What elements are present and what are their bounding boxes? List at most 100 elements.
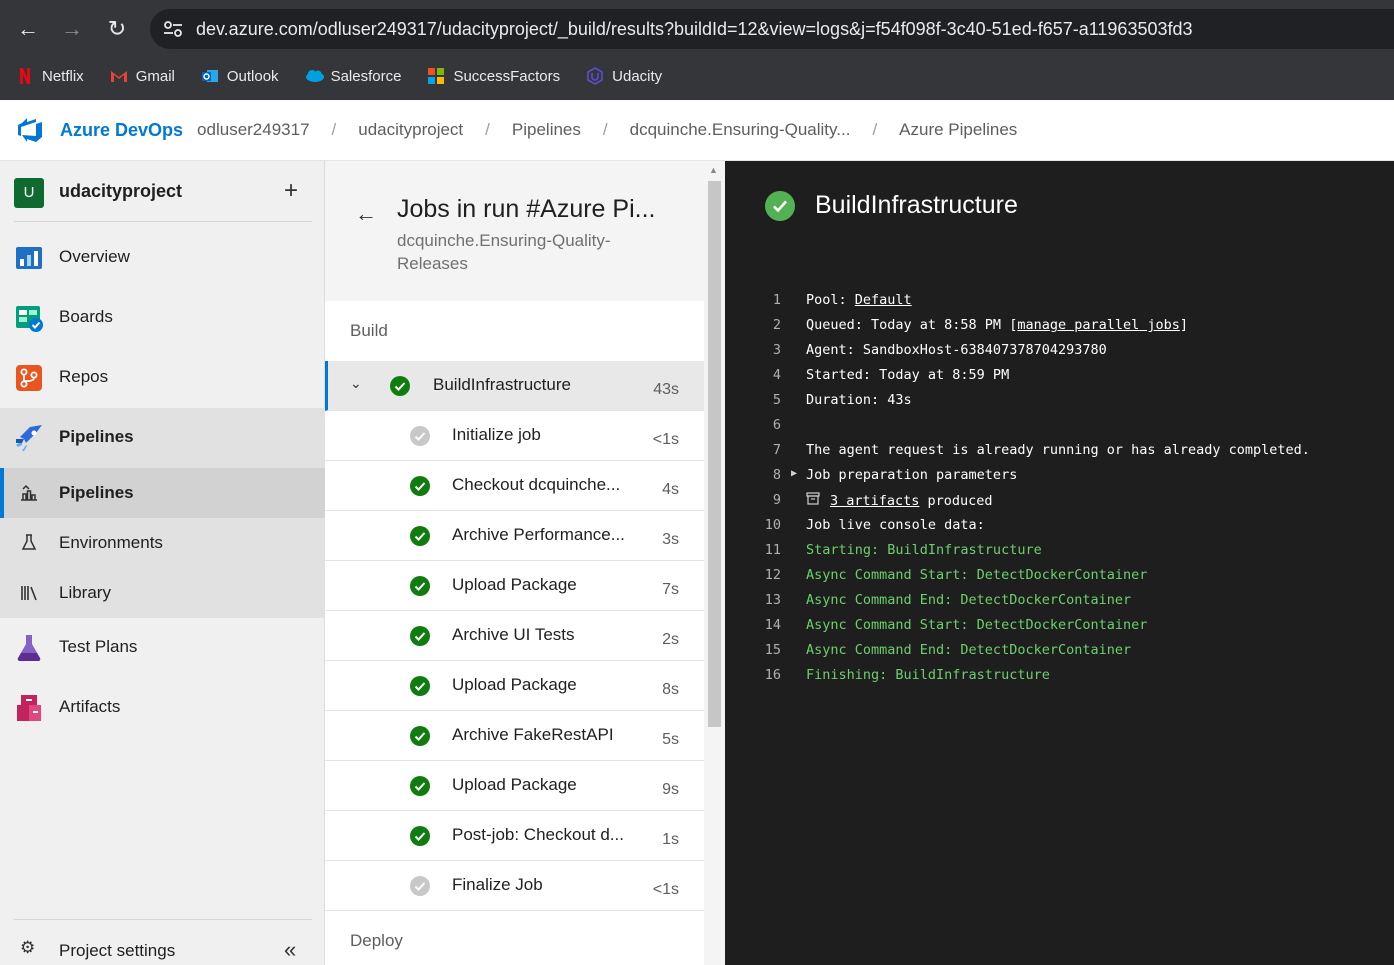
log-line-text: Async Command Start: DetectDockerContain… (806, 567, 1147, 583)
log-line: 2 Queued: Today at 8:58 PM [manage parall… (725, 312, 1394, 337)
job-step-row[interactable]: Checkout dcquinche... 4s (325, 461, 704, 511)
azure-devops-logo-icon[interactable] (16, 116, 44, 144)
breadcrumb-separator: / (331, 120, 337, 139)
pending-check-icon (410, 876, 430, 896)
scrollbar-thumb[interactable] (708, 181, 721, 727)
log-line-number: 15 (764, 642, 781, 658)
log-line-text: 3 artifacts produced (806, 492, 993, 509)
bookmark-label: Salesforce (330, 67, 402, 85)
project-settings[interactable]: ⚙ Project settings « (0, 929, 325, 965)
job-step-name: Checkout dcquinche... (452, 475, 621, 494)
job-step-row[interactable]: Archive Performance... 3s (325, 511, 704, 561)
sidebar-item-artifacts[interactable]: Artifacts (0, 678, 325, 738)
success-check-icon (410, 576, 430, 596)
sidebar-subitem-environments[interactable]: Environments (0, 518, 325, 568)
breadcrumb-pipelines[interactable]: Pipelines (512, 120, 581, 140)
scroll-up-icon[interactable]: ▲ (709, 165, 718, 175)
success-check-icon (765, 191, 795, 221)
sidebar-item-repos[interactable]: Repos (0, 348, 325, 408)
job-step-row[interactable]: Upload Package 8s (325, 661, 704, 711)
breadcrumb-pipeline-name[interactable]: dcquinche.Ensuring-Quality... (630, 120, 851, 140)
sidebar-item-label: Repos (59, 367, 109, 386)
sidebar-item-pipelines[interactable]: Pipelines (0, 408, 325, 468)
sidebar-item-label: Environments (59, 533, 163, 552)
job-row-buildinfrastructure[interactable]: ⌄ BuildInfrastructure 43s (325, 361, 704, 411)
log-line-number: 14 (764, 617, 781, 633)
bookmark-udacity[interactable]: Udacity (586, 67, 662, 85)
project-name[interactable]: udacityproject (59, 181, 182, 202)
bookmark-successfactors[interactable]: SuccessFactors (427, 67, 560, 85)
sidebar-item-boards[interactable]: Boards (0, 288, 325, 348)
sidebar-item-label: Pipelines (59, 427, 134, 446)
log-line: 11 Starting: BuildInfrastructure (725, 537, 1394, 562)
netflix-icon (16, 67, 34, 85)
bookmark-gmail[interactable]: Gmail (110, 67, 175, 85)
address-bar[interactable]: dev.azure.com/odluser249317/udacityproje… (150, 9, 1394, 49)
left-navigation: U udacityproject + Overview Boards Repos… (0, 161, 325, 965)
job-step-duration: 5s (662, 731, 679, 748)
success-check-icon (390, 376, 410, 396)
breadcrumb-run[interactable]: Azure Pipelines (899, 120, 1017, 140)
sidebar-subitem-library[interactable]: Library (0, 568, 325, 618)
job-step-duration: 8s (662, 681, 679, 698)
job-step-name: Finalize Job (452, 875, 543, 894)
job-step-row[interactable]: Archive FakeRestAPI 5s (325, 711, 704, 761)
job-step-row[interactable]: Upload Package 7s (325, 561, 704, 611)
log-line-number: 13 (764, 592, 781, 608)
breadcrumb-separator: / (602, 120, 608, 139)
brand-link[interactable]: Azure DevOps (60, 120, 183, 141)
job-step-row[interactable]: Post-job: Checkout d... 1s (325, 811, 704, 861)
log-line: 12 Async Command Start: DetectDockerConta… (725, 562, 1394, 587)
log-link[interactable]: manage parallel jobs (1017, 317, 1180, 333)
breadcrumb-project[interactable]: udacityproject (358, 120, 463, 140)
log-line-number: 16 (764, 667, 781, 683)
job-step-row[interactable]: Initialize job <1s (325, 411, 704, 461)
back-arrow-icon[interactable]: ← (13, 14, 43, 44)
jobs-subtitle: dcquinche.Ensuring-Quality-Releases (397, 231, 611, 273)
job-step-row[interactable]: Finalize Job <1s (325, 861, 704, 911)
job-step-duration: 2s (662, 631, 679, 648)
job-step-row[interactable]: Upload Package 9s (325, 761, 704, 811)
job-step-name: Post-job: Checkout d... (452, 825, 624, 844)
sidebar-item-label: Boards (59, 307, 113, 326)
reload-icon[interactable]: ↻ (102, 14, 132, 44)
log-text-segment: Async Command End: DetectDockerContainer (806, 592, 1132, 608)
sidebar-item-overview[interactable]: Overview (0, 228, 325, 288)
browser-chrome: ← → ↻ dev.azure.com/odluser249317/udacit… (0, 0, 1394, 100)
forward-arrow-icon[interactable]: → (57, 14, 87, 44)
success-check-icon (410, 526, 430, 546)
url-text[interactable]: dev.azure.com/odluser249317/udacityproje… (196, 19, 1193, 40)
log-link[interactable]: 3 artifacts (830, 493, 919, 509)
log-line-text: Pool: Default (806, 292, 912, 308)
bookmark-salesforce[interactable]: Salesforce (305, 67, 402, 85)
log-link[interactable]: Default (855, 292, 912, 308)
site-settings-icon[interactable] (162, 19, 184, 39)
bookmark-netflix[interactable]: Netflix (16, 67, 84, 85)
log-line: 14 Async Command Start: DetectDockerConta… (725, 612, 1394, 637)
breadcrumb-org[interactable]: odluser249317 (197, 120, 309, 140)
expand-triangle-icon[interactable]: ▶ (791, 468, 797, 479)
project-avatar: U (14, 178, 44, 208)
pending-check-icon (410, 426, 430, 446)
log-text-segment: Job live console data: (806, 517, 985, 533)
add-icon[interactable]: + (284, 177, 298, 205)
jobs-header: ← Jobs in run #Azure Pi... dcquinche.Ens… (325, 161, 704, 301)
log-text-segment: Async Command Start: DetectDockerContain… (806, 567, 1148, 583)
log-line: 5 Duration: 43s (725, 387, 1394, 412)
sidebar-subitem-pipelines[interactable]: Pipelines (0, 468, 325, 518)
log-line-number: 6 (772, 417, 781, 433)
bookmark-outlook[interactable]: Outlook (201, 67, 279, 85)
log-text-segment: ] (1179, 317, 1189, 333)
test-plans-icon (17, 635, 41, 662)
divider (14, 919, 312, 920)
scrollbar[interactable]: ▲ (704, 161, 725, 965)
sidebar-item-test-plans[interactable]: Test Plans (0, 618, 325, 678)
job-step-row[interactable]: Archive UI Tests 2s (325, 611, 704, 661)
project-header[interactable]: U udacityproject + (0, 161, 325, 221)
collapse-nav-icon[interactable]: « (284, 937, 296, 963)
job-step-duration: 7s (662, 581, 679, 598)
job-step-duration: 4s (662, 481, 679, 498)
breadcrumb-separator: / (872, 120, 878, 139)
back-arrow-icon[interactable]: ← (355, 201, 377, 227)
chevron-down-icon[interactable]: ⌄ (350, 375, 362, 392)
